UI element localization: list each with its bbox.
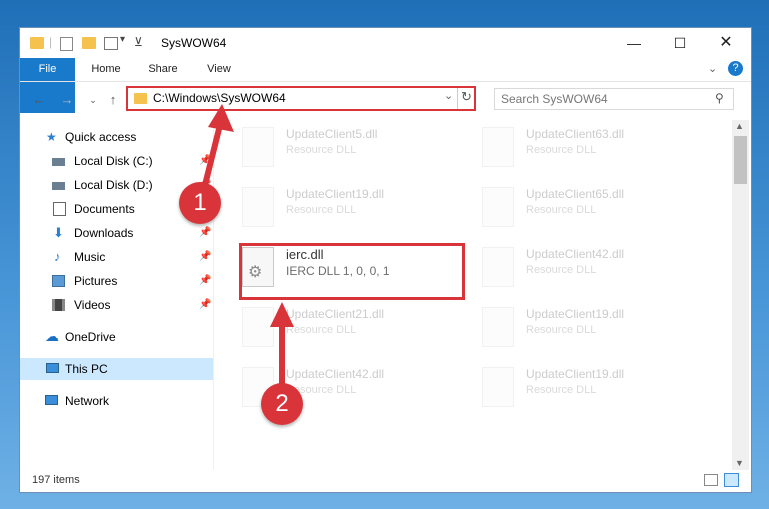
arrow-1-shaft [202,124,223,186]
callout-2: 2 [261,383,303,425]
callout-1: 1 [179,182,221,224]
callout-arrows [202,104,294,385]
arrow-1-head [208,104,234,132]
arrow-2-head [270,302,294,327]
